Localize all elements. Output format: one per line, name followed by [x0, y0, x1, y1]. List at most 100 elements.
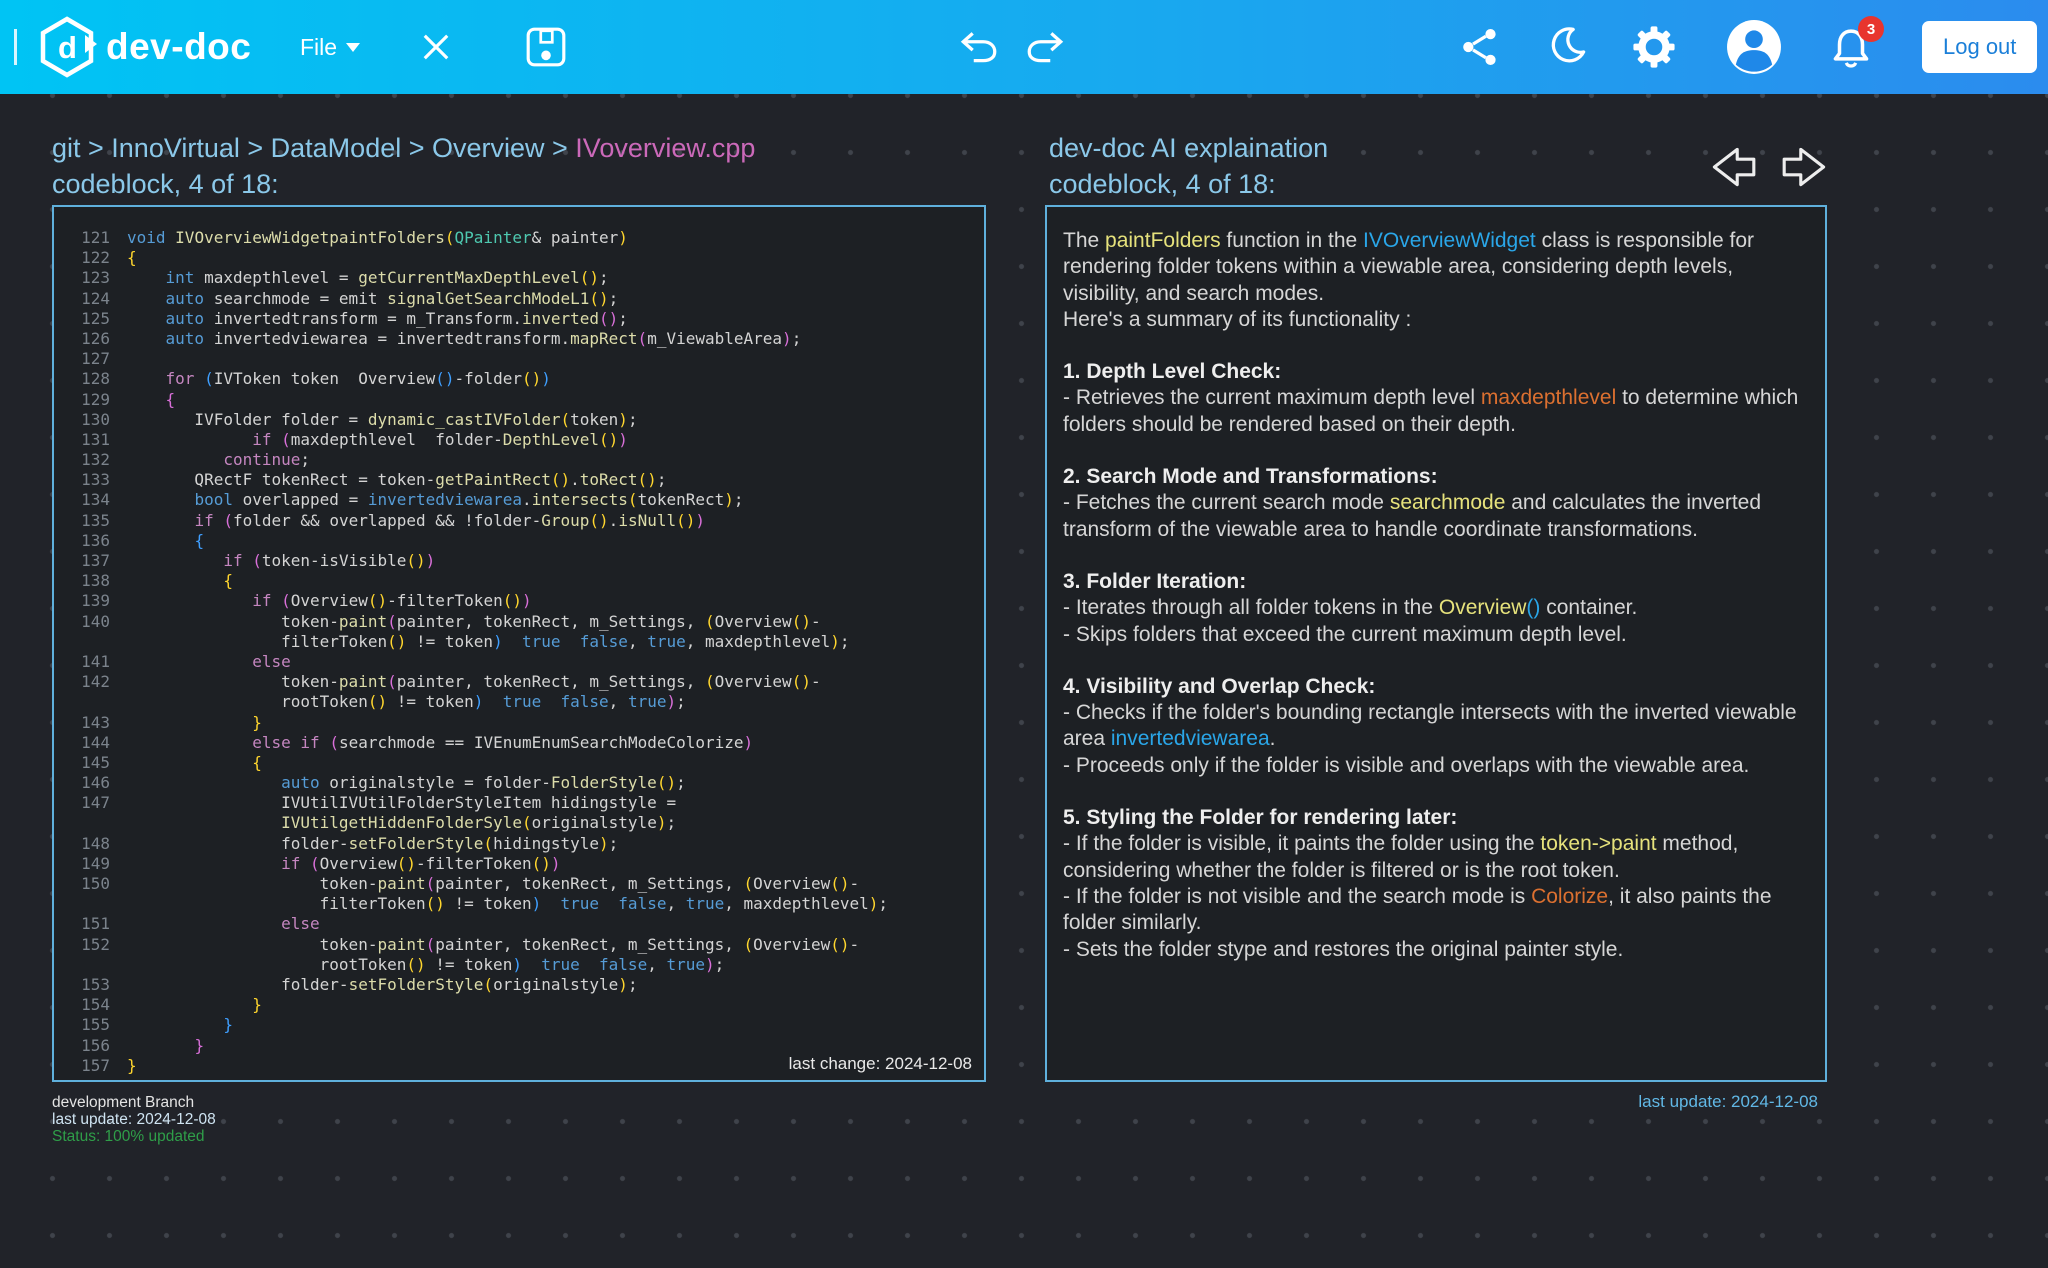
- chevron-down-icon: [346, 42, 361, 52]
- redo-icon: [1027, 32, 1064, 63]
- code-line: 133 QRectF tokenRect = token-getPaintRec…: [58, 470, 982, 490]
- ai-section-item: - Checks if the folder's bounding rectan…: [1063, 701, 1797, 751]
- ai-section-title: 5. Styling the Folder for rendering late…: [1063, 806, 1458, 830]
- line-number: 146: [81, 773, 110, 793]
- share-button[interactable]: [1460, 0, 1500, 94]
- ai-header: dev-doc AI explaination codeblock, 4 of …: [1049, 130, 1328, 202]
- code-line: 137 if (token-isVisible()): [58, 551, 982, 571]
- line-number: 139: [81, 591, 110, 611]
- breadcrumb[interactable]: git > InnoVirtual > DataModel > Overview…: [52, 130, 755, 166]
- line-number: 141: [81, 651, 110, 671]
- ai-section-item: - If the folder is visible, it paints th…: [1063, 832, 1739, 882]
- footer-last-update: last update: 2024-12-08: [52, 1111, 216, 1128]
- brand: dev-doc: [106, 0, 251, 94]
- code-last-change: last change: 2024-12-08: [788, 1054, 972, 1073]
- code-text: else: [281, 914, 320, 934]
- line-number: 131: [81, 429, 110, 449]
- settings-button[interactable]: [1630, 0, 1678, 94]
- code-line: 150 token-paint(painter, tokenRect, m_Se…: [58, 874, 982, 894]
- code-text: if (folder && overlapped && !folder-Grou…: [194, 510, 706, 530]
- next-codeblock-button[interactable]: [1779, 142, 1835, 197]
- save-button[interactable]: [524, 0, 568, 94]
- line-number: 157: [81, 1055, 110, 1075]
- ai-section-title: 2. Search Mode and Transformations:: [1063, 465, 1438, 489]
- code-text: token-paint(painter, tokenRect, m_Settin…: [127, 874, 860, 893]
- prev-codeblock-button[interactable]: [1703, 142, 1759, 197]
- code-line: 141 else: [58, 652, 982, 672]
- code-text: }: [223, 1015, 233, 1035]
- code-line: 139 if (Overview()-filterToken()): [58, 591, 982, 611]
- line-number: 153: [81, 974, 110, 994]
- ai-body: The paintFolders function in the IVOverv…: [1063, 228, 1811, 989]
- line-number: [58, 813, 127, 833]
- code-line: filterToken() != token) true false, true…: [58, 894, 982, 914]
- ai-section-item: - Iterates through all folder tokens in …: [1063, 596, 1638, 620]
- dark-mode-button[interactable]: [1544, 0, 1588, 94]
- line-number: 142: [81, 672, 110, 692]
- arrow-left-icon: [1712, 147, 1756, 187]
- line-number: 121: [81, 228, 110, 247]
- code-line: 149 if (Overview()-filterToken()): [58, 854, 982, 874]
- code-line: 132 continue;: [58, 450, 982, 470]
- save-icon: [526, 27, 566, 67]
- app-background: d dev-doc File 3 Log out git > InnoVirtu…: [0, 0, 2048, 1268]
- code-line: 135 if (folder && overlapped && !folder-…: [58, 511, 982, 531]
- code-line: 124 auto searchmode = emit signalGetSear…: [58, 289, 982, 309]
- line-number: 140: [81, 611, 110, 631]
- line-number: 123: [81, 268, 110, 288]
- undo-button[interactable]: [958, 0, 1000, 94]
- redo-button[interactable]: [1024, 0, 1066, 94]
- code-line: 138 {: [58, 571, 982, 591]
- code-text: if (Overview()-filterToken()): [252, 591, 532, 611]
- ai-section-item: - Fetches the current search mode search…: [1063, 491, 1762, 541]
- close-icon: [423, 34, 449, 60]
- code-text: continue;: [223, 450, 311, 470]
- code-text: token-paint(painter, tokenRect, m_Settin…: [127, 672, 821, 692]
- notifications-button[interactable]: 3: [1828, 16, 1884, 72]
- code-line: 121 void IVOverviewWidgetpaintFolders(QPa…: [58, 228, 982, 248]
- line-number: 145: [81, 752, 110, 772]
- ai-section-title: 3. Folder Iteration:: [1063, 569, 1247, 593]
- code-subtitle: codeblock, 4 of 18:: [52, 169, 279, 199]
- file-menu[interactable]: File: [300, 0, 361, 94]
- line-number: 154: [81, 995, 110, 1015]
- line-number: 149: [81, 853, 110, 873]
- code-line: 145 {: [58, 753, 982, 773]
- code-text: token-paint(painter, tokenRect, m_Settin…: [127, 934, 860, 954]
- footer-status: Status: 100% updated: [52, 1128, 205, 1145]
- code-line: 136 {: [58, 531, 982, 551]
- code-text: filterToken() != token) true false, true…: [127, 631, 850, 651]
- account-button[interactable]: [1726, 0, 1782, 94]
- code-text: IVUtilIVUtilFolderStyleItem hidingstyle …: [127, 793, 677, 813]
- breadcrumb-file[interactable]: IVoverview.cpp: [575, 133, 755, 163]
- code-text: {: [127, 248, 137, 268]
- close-button[interactable]: [418, 0, 454, 94]
- code-text: folder-setFolderStyle(hidingstyle);: [127, 833, 619, 853]
- code-line: filterToken() != token) true false, true…: [58, 632, 982, 652]
- line-number: 136: [81, 530, 110, 550]
- line-number: 144: [81, 732, 110, 752]
- code-text: void IVOverviewWidgetpaintFolders(QPaint…: [127, 228, 628, 247]
- code-line: 153 folder-setFolderStyle(originalstyle)…: [58, 975, 982, 995]
- code-line: 130 IVFolder folder = dynamic_castIVFold…: [58, 410, 982, 430]
- line-number: 151: [81, 914, 110, 934]
- code-line: 155 }: [58, 1015, 982, 1035]
- ai-section: 5. Styling the Folder for rendering late…: [1063, 805, 1811, 963]
- code-line: 123 int maxdepthlevel = getCurrentMaxDep…: [58, 268, 982, 288]
- code-line: 129 {: [58, 390, 982, 410]
- breadcrumb-path[interactable]: git > InnoVirtual > DataModel > Overview…: [52, 133, 575, 163]
- code-line: 146 auto originalstyle = folder-FolderSt…: [58, 773, 982, 793]
- code-text: {: [223, 571, 233, 591]
- logout-button[interactable]: Log out: [1922, 21, 2038, 73]
- code-lines: 121 void IVOverviewWidgetpaintFolders(QPa…: [58, 228, 982, 1076]
- code-text: if (Overview()-filterToken()): [281, 853, 561, 873]
- line-number: 148: [81, 833, 110, 853]
- code-text: else: [252, 651, 291, 671]
- line-number: 147: [81, 793, 110, 813]
- line-number: 127: [81, 349, 110, 369]
- code-text: }: [252, 995, 262, 1015]
- topbar: d dev-doc File 3 Log out: [0, 0, 2048, 94]
- gear-icon: [1633, 26, 1675, 68]
- app-logo: d: [36, 0, 100, 94]
- line-number: 126: [81, 328, 110, 348]
